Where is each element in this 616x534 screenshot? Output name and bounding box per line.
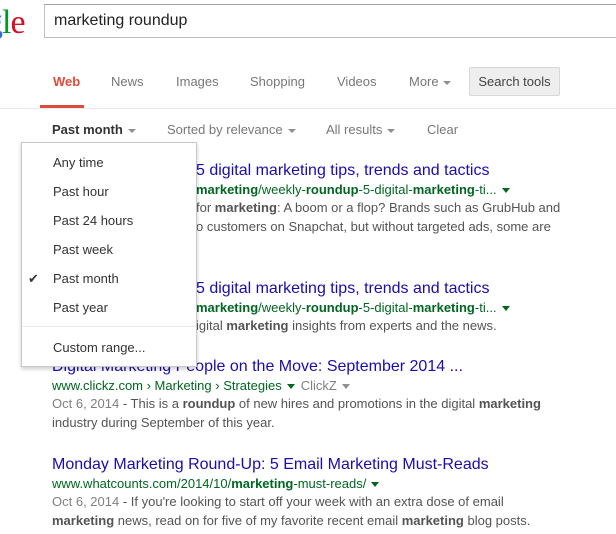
snippet-text: of new hires and promotions in the digit… <box>235 396 479 411</box>
tab-news[interactable]: News <box>111 74 144 89</box>
snippet-bold: roundup <box>182 396 236 411</box>
snippet-text: : A boom or a flop? Brands such as GrubH… <box>276 200 561 215</box>
header-divider <box>0 108 616 109</box>
time-filter-label: Past month <box>52 122 123 137</box>
snippet-bold: marketing <box>52 513 115 528</box>
result-date: Oct 6, 2014 <box>52 494 120 509</box>
time-filter[interactable]: Past month <box>52 122 136 137</box>
result-snippet: Oct 6, 2014 - This is a roundup of new h… <box>52 394 541 432</box>
search-result: Digital Marketing People on the Move: Se… <box>52 358 541 432</box>
chevron-down-icon <box>442 80 451 85</box>
url-bold: marketing <box>231 476 294 491</box>
menu-item-custom-range[interactable]: Custom range... <box>53 340 146 355</box>
tab-images[interactable]: Images <box>176 74 219 89</box>
tab-more[interactable]: More <box>409 74 451 89</box>
url-part: -must-reads/ <box>293 476 367 491</box>
google-logo[interactable]: gle <box>0 4 26 42</box>
sort-filter-label: Sorted by relevance <box>167 122 283 137</box>
tab-shopping[interactable]: Shopping <box>250 74 305 89</box>
result-title[interactable]: Monday Marketing Round-Up: 5 Email Marke… <box>52 456 530 474</box>
menu-item-past-year[interactable]: Past year <box>53 300 108 315</box>
result-date: Oct 6, 2014 <box>52 396 120 411</box>
url-bold: marketing <box>412 182 475 197</box>
url-part: -5-digital- <box>358 182 413 197</box>
chevron-down-icon <box>387 128 396 133</box>
url-part: www.clickz.com › Marketing › Strategies <box>52 378 282 393</box>
chevron-down-icon[interactable] <box>286 384 295 390</box>
snippet-bold: marketing <box>214 200 277 215</box>
results-filter-label: All results <box>326 122 383 137</box>
url-bold: marketing <box>196 300 259 315</box>
result-url[interactable]: www.whatcounts.com/2014/10/marketing-mus… <box>52 476 530 491</box>
result-source[interactable]: ClickZ <box>301 378 350 393</box>
results-filter[interactable]: All results <box>326 122 396 137</box>
time-filter-menu: Any time Past hour Past 24 hours Past we… <box>21 142 197 367</box>
result-url[interactable]: www.clickz.com › Marketing › Strategies C… <box>52 378 541 393</box>
snippet-text: blog posts. <box>463 513 531 528</box>
search-tools-button[interactable]: Search tools <box>469 67 560 96</box>
snippet-text: - This is a <box>119 396 183 411</box>
chevron-down-icon[interactable] <box>371 482 380 488</box>
menu-item-past-week[interactable]: Past week <box>53 242 113 257</box>
source-label: ClickZ <box>300 378 337 393</box>
menu-divider <box>22 326 196 327</box>
menu-item-past-month[interactable]: Past month <box>53 271 119 286</box>
url-part: -5-digital- <box>358 300 413 315</box>
url-bold: marketing <box>196 182 259 197</box>
chevron-down-icon[interactable] <box>501 306 510 312</box>
url-part: -ti... <box>474 182 497 197</box>
snippet-text: - If you're looking to start off your we… <box>119 494 504 509</box>
checkmark-icon: ✔ <box>28 271 39 286</box>
chevron-down-icon <box>287 128 296 133</box>
url-part: /weekly- <box>258 182 306 197</box>
snippet-bold: marketing <box>478 396 541 411</box>
clear-filter[interactable]: Clear <box>427 122 458 137</box>
tab-web[interactable]: Web <box>53 74 80 89</box>
snippet-text: o customers on Snapchat, but without tar… <box>196 219 551 234</box>
tab-more-label: More <box>409 74 439 89</box>
search-input[interactable]: marketing roundup <box>44 4 616 38</box>
menu-item-any-time[interactable]: Any time <box>53 155 104 170</box>
url-bold: roundup <box>305 300 359 315</box>
sort-filter[interactable]: Sorted by relevance <box>167 122 296 137</box>
result-snippet: Oct 6, 2014 - If you're looking to start… <box>52 492 530 530</box>
snippet-text: industry during September of this year. <box>52 415 275 430</box>
menu-item-past-24-hours[interactable]: Past 24 hours <box>53 213 133 228</box>
snippet-text: for <box>196 200 215 215</box>
url-part: -ti... <box>474 300 497 315</box>
chevron-down-icon <box>341 384 350 390</box>
url-bold: roundup <box>305 182 359 197</box>
url-bold: marketing <box>412 300 475 315</box>
snippet-bold: marketing <box>401 513 464 528</box>
tab-videos[interactable]: Videos <box>337 74 377 89</box>
snippet-text: igital <box>196 318 227 333</box>
snippet-text: news, read on for five of my favorite re… <box>114 513 402 528</box>
chevron-down-icon <box>127 128 136 133</box>
search-result: Monday Marketing Round-Up: 5 Email Marke… <box>52 456 530 530</box>
url-part: www.whatcounts.com/2014/10/ <box>52 476 232 491</box>
menu-item-past-hour[interactable]: Past hour <box>53 184 109 199</box>
url-part: /weekly- <box>258 300 306 315</box>
snippet-text: insights from experts and the news. <box>288 318 497 333</box>
chevron-down-icon[interactable] <box>501 188 510 194</box>
snippet-bold: marketing <box>226 318 289 333</box>
